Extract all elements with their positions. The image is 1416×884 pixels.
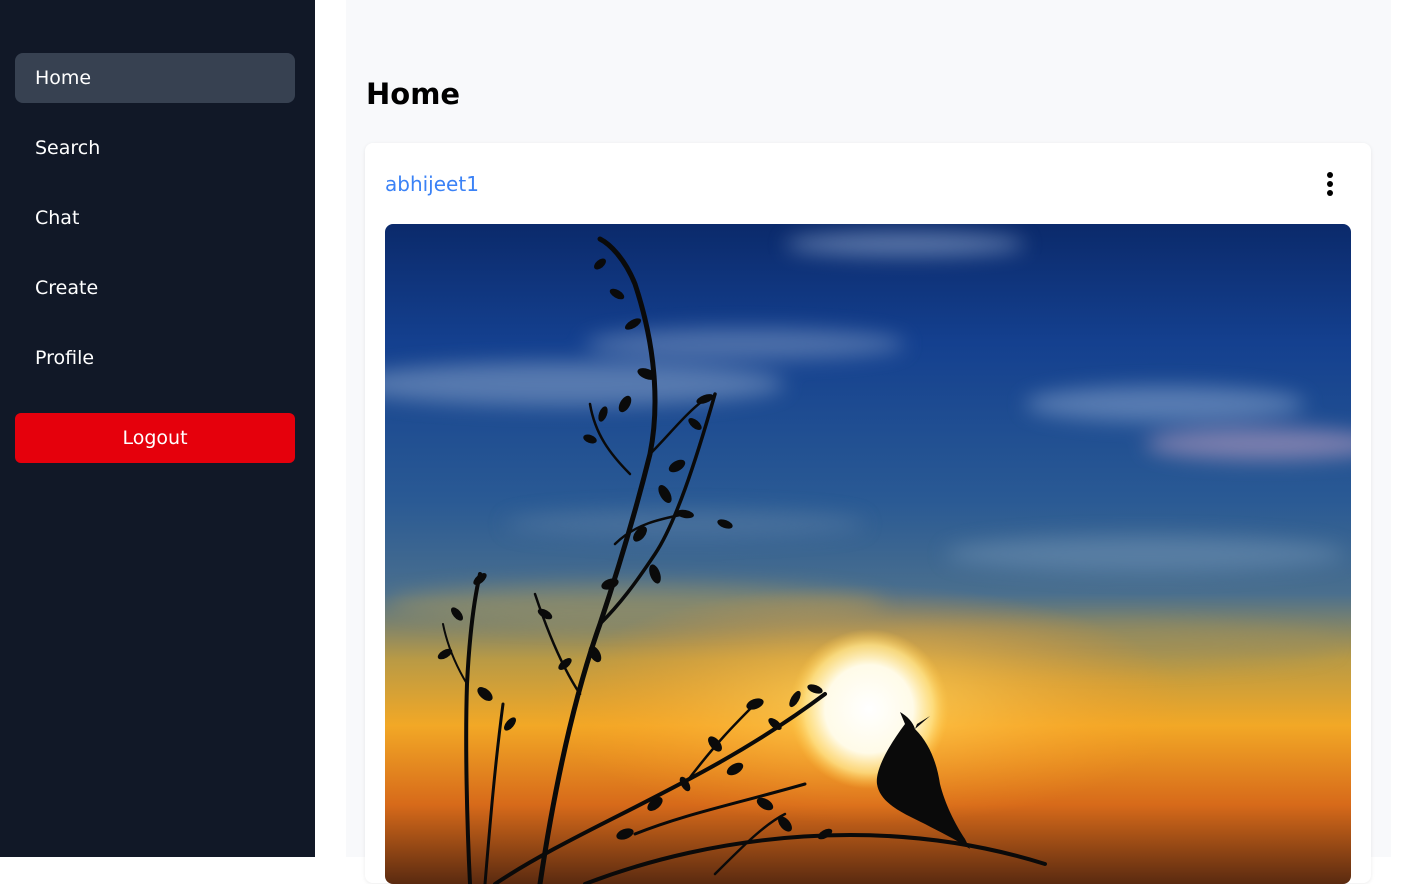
post-image[interactable]: [385, 224, 1351, 884]
main-content: Home abhijeet1: [346, 0, 1391, 884]
sidebar: Home Search Chat Create Profile Logout: [0, 0, 315, 857]
sidebar-item-label: Create: [35, 277, 99, 299]
more-vertical-icon[interactable]: [1318, 170, 1342, 198]
page-title: Home: [366, 77, 461, 111]
post-username-link[interactable]: abhijeet1: [385, 169, 479, 199]
sidebar-item-label: Home: [35, 67, 92, 89]
logout-button[interactable]: Logout: [15, 413, 295, 463]
sidebar-item-label: Profile: [35, 347, 95, 369]
sidebar-item-profile[interactable]: Profile: [15, 333, 295, 383]
sidebar-item-home[interactable]: Home: [15, 53, 295, 103]
sidebar-item-label: Chat: [35, 207, 80, 229]
sidebar-item-chat[interactable]: Chat: [15, 193, 295, 243]
sidebar-item-create[interactable]: Create: [15, 263, 295, 313]
post-card: abhijeet1: [365, 143, 1371, 884]
sidebar-item-search[interactable]: Search: [15, 123, 295, 173]
sidebar-item-label: Search: [35, 137, 101, 159]
logout-label: Logout: [122, 427, 188, 449]
